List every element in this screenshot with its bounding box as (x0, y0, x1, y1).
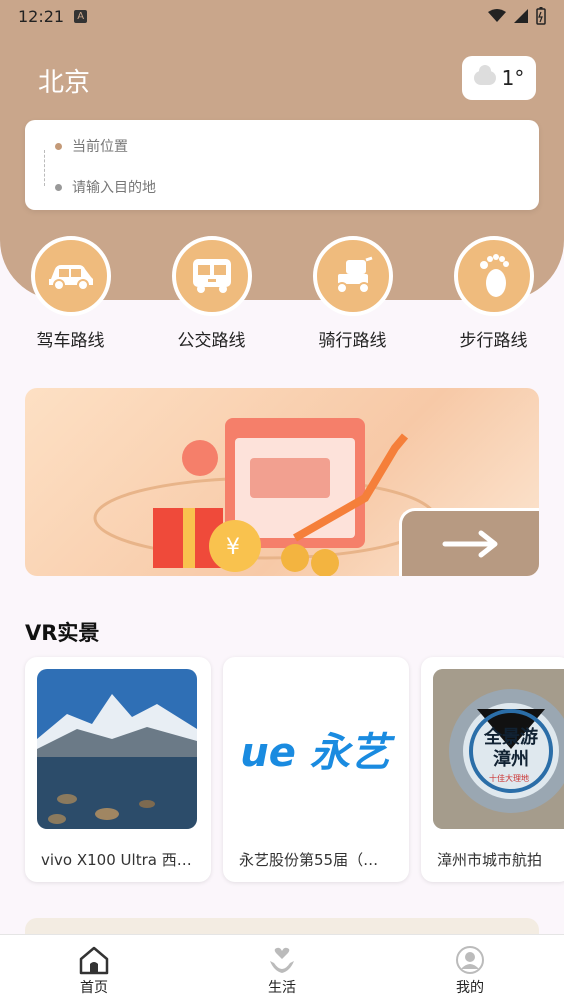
vr-thumbnail-logo: ue 永艺 (235, 669, 395, 829)
vr-section-title: VR实景 (25, 621, 100, 645)
nav-life[interactable]: 生活 (188, 935, 376, 1004)
destination-dot-icon (55, 183, 62, 191)
bottom-navigation: 首页 生活 我的 (0, 934, 564, 1004)
route-modes: 驾车路线 公交路线 骑行路线 步行路线 (0, 236, 564, 351)
nav-home-label: 首页 (80, 980, 108, 996)
vr-card-caption: vivo X100 Ultra 西… (41, 851, 192, 869)
yongyi-logo: ue 永艺 (240, 730, 390, 776)
nav-home[interactable]: 首页 (0, 935, 188, 1004)
city-name[interactable]: 北京 (38, 62, 90, 99)
heart-hand-icon (270, 947, 294, 973)
route-connector (44, 150, 45, 186)
mode-cycle-label: 骑行路线 (318, 331, 387, 351)
wifi-icon (488, 9, 506, 22)
vr-card[interactable]: ue 永艺 永艺股份第55届（… (223, 657, 409, 882)
nav-life-label: 生活 (268, 980, 296, 996)
car-icon (30, 236, 111, 316)
vr-thumbnail-mountain (37, 669, 197, 829)
origin-field[interactable]: 当前位置 (55, 136, 128, 156)
status-time: 12:21 (18, 6, 65, 26)
notification-a-icon: A (74, 9, 88, 23)
vr-card-caption: 漳州市城市航拍 (437, 851, 543, 869)
bus-icon (171, 236, 252, 316)
footprint-icon (453, 236, 534, 316)
cloud-icon (473, 65, 496, 85)
mode-walk-label: 步行路线 (459, 331, 528, 351)
home-icon (79, 946, 109, 975)
promo-banner[interactable]: ¥ (25, 388, 539, 576)
status-bar: 12:21 A (0, 0, 564, 32)
mode-walk[interactable]: 步行路线 (423, 236, 564, 351)
nav-mine[interactable]: 我的 (376, 935, 564, 1004)
battery-icon (536, 7, 546, 25)
route-input-card: 当前位置 请输入目的地 (25, 120, 539, 210)
vr-card[interactable]: 全景游漳州 十佳大理地 漳州市城市航拍 (421, 657, 564, 882)
vr-card[interactable]: vivo X100 Ultra 西… (25, 657, 211, 882)
svg-text:¥: ¥ (226, 535, 240, 560)
mode-bus-label: 公交路线 (177, 331, 246, 351)
destination-placeholder: 请输入目的地 (72, 180, 156, 196)
mode-drive-label: 驾车路线 (36, 331, 105, 351)
origin-placeholder: 当前位置 (72, 139, 128, 155)
arrow-right-icon (442, 530, 497, 557)
nav-mine-label: 我的 (456, 980, 484, 996)
mode-bus[interactable]: 公交路线 (141, 236, 282, 351)
banner-arrow-button[interactable] (399, 508, 539, 576)
mode-drive[interactable]: 驾车路线 (0, 236, 141, 351)
scooter-icon (312, 236, 393, 316)
signal-icon (514, 9, 528, 23)
vr-card-caption: 永艺股份第55届（… (239, 851, 379, 869)
vr-thumbnail-city: 全景游漳州 十佳大理地 (433, 669, 564, 829)
mode-cycle[interactable]: 骑行路线 (282, 236, 423, 351)
vr-overlay-subtitle: 十佳大理地 (489, 774, 529, 783)
weather-widget[interactable]: 1° (462, 56, 536, 100)
vr-overlay-title: 全景游漳州 (484, 727, 538, 770)
destination-field[interactable]: 请输入目的地 (55, 177, 156, 197)
origin-dot-icon (55, 142, 62, 150)
weather-temp: 1° (501, 66, 525, 90)
user-icon (456, 946, 484, 974)
vr-card-list[interactable]: vivo X100 Ultra 西… ue 永艺 永艺股份第55届（… 全景游漳… (25, 657, 564, 883)
